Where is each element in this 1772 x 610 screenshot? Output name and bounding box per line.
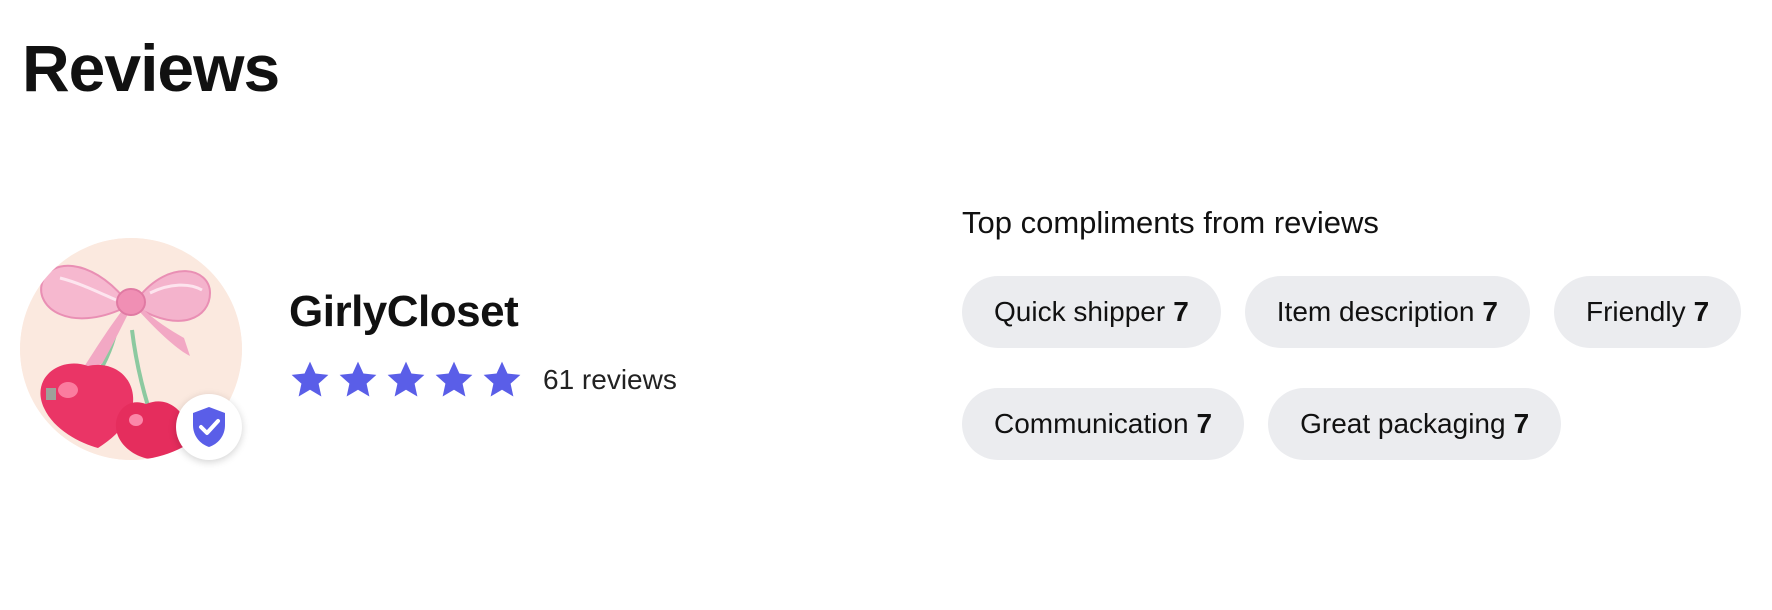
compliments-heading: Top compliments from reviews [962, 205, 1379, 240]
verified-badge [176, 394, 242, 460]
compliment-chip-friendly[interactable]: Friendly 7 [1553, 276, 1742, 348]
chip-label: Communication [994, 408, 1189, 439]
compliment-chip-quick-shipper[interactable]: Quick shipper 7 [962, 276, 1221, 348]
chip-count: 7 [1196, 408, 1213, 439]
chip-label: Quick shipper [994, 296, 1166, 327]
chip-count: 7 [1482, 296, 1498, 327]
chip-label: Friendly [1585, 296, 1686, 327]
chip-label: Item description [1276, 296, 1475, 327]
compliment-chip-communication[interactable]: Communication 7 [962, 388, 1245, 460]
chip-label: Great packaging [1300, 408, 1506, 439]
star-icon [387, 361, 425, 397]
page-title: Reviews [22, 31, 280, 105]
star-icon [339, 361, 377, 397]
star-rating [289, 359, 523, 401]
verified-shield-icon [193, 407, 225, 447]
review-count[interactable]: 61 reviews [543, 364, 677, 396]
star-icon [435, 361, 473, 397]
seller-name[interactable]: GirlyCloset [289, 286, 519, 338]
star-icon [483, 361, 521, 397]
star-icon [291, 361, 329, 397]
chip-count: 7 [1513, 408, 1530, 439]
compliment-chips: Quick shipper 7 Item description 7 Frien… [962, 276, 1762, 500]
rating-row[interactable]: 61 reviews [289, 356, 677, 404]
seller-avatar-container[interactable] [20, 238, 242, 460]
compliment-chip-great-packaging[interactable]: Great packaging 7 [1268, 388, 1562, 460]
compliment-chip-item-description[interactable]: Item description 7 [1244, 276, 1530, 348]
chip-count: 7 [1173, 296, 1189, 327]
chip-row: Communication 7 Great packaging 7 [962, 388, 1762, 460]
chip-row: Quick shipper 7 Item description 7 Frien… [962, 276, 1762, 348]
chip-count: 7 [1693, 296, 1710, 327]
